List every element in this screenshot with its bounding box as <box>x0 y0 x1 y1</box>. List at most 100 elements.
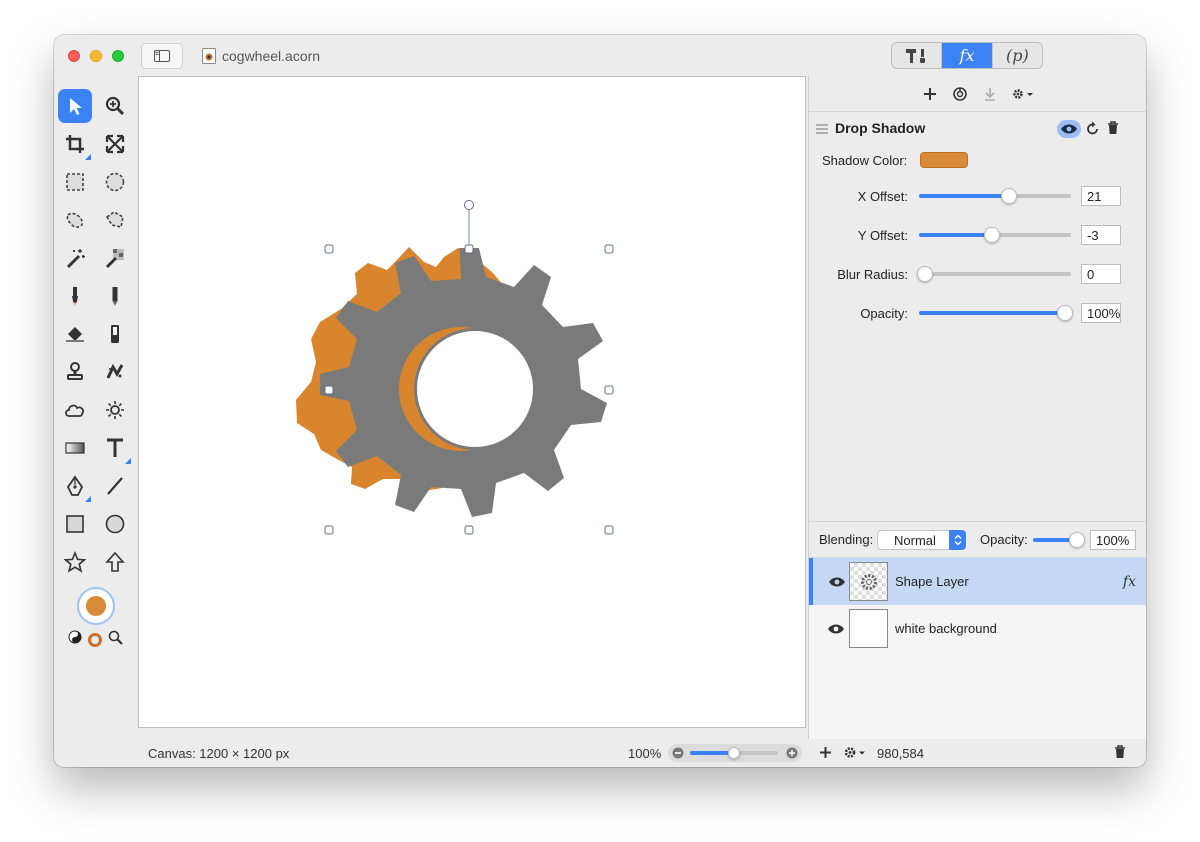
opacity-field[interactable]: 100% <box>1081 303 1121 323</box>
toggle-visibility-button[interactable] <box>1057 120 1081 138</box>
tool-select[interactable] <box>58 89 92 123</box>
layer-settings-gear-icon[interactable] <box>843 745 869 760</box>
tool-oval[interactable] <box>98 507 132 541</box>
tool-pencil[interactable] <box>98 279 132 313</box>
blur-radius-field[interactable]: 0 <box>1081 264 1121 284</box>
reset-icon[interactable] <box>1086 121 1100 136</box>
layer-thumbnail <box>849 562 888 601</box>
shadow-color-well[interactable] <box>920 152 968 168</box>
tool-clone[interactable] <box>58 355 92 389</box>
filter-presets-button[interactable] <box>949 83 971 105</box>
opacity-slider[interactable] <box>919 305 1073 321</box>
layer-opacity-field[interactable]: 100% <box>1090 530 1136 550</box>
slider-knob[interactable] <box>983 227 1000 243</box>
slider-knob[interactable] <box>1069 532 1086 548</box>
tool-transform[interactable] <box>98 127 132 161</box>
tool-text[interactable] <box>98 431 132 465</box>
zoom-window-button[interactable] <box>112 50 124 62</box>
tool-shape-cloud[interactable] <box>58 393 92 427</box>
eraser-icon <box>111 325 119 343</box>
zoom-slider[interactable] <box>690 747 778 759</box>
tool-brush[interactable] <box>58 279 92 313</box>
background-color-icon[interactable] <box>88 633 102 647</box>
gear-menu-icon <box>1012 88 1033 99</box>
chevron-updown-icon <box>949 529 966 550</box>
x-offset-field[interactable]: 21 <box>1081 186 1121 206</box>
tool-magic-wand[interactable] <box>58 241 92 275</box>
cursor-coordinates: 980,584 <box>877 745 924 761</box>
slider-knob[interactable] <box>1056 305 1073 321</box>
tool-gradient-fill[interactable] <box>98 317 132 351</box>
blur-radius-slider[interactable] <box>917 266 1071 282</box>
add-layer-icon[interactable] <box>819 746 832 759</box>
tab-fx[interactable]: fx <box>941 43 992 68</box>
canvas-size-info: Canvas: 1200 × 1200 px <box>148 745 290 761</box>
slider-knob[interactable] <box>917 266 934 282</box>
slider-knob[interactable] <box>1000 188 1017 204</box>
tool-zoom[interactable] <box>98 89 132 123</box>
foreground-color-well[interactable] <box>77 587 115 625</box>
add-filter-button[interactable] <box>919 83 941 105</box>
download-arrow-icon <box>984 87 995 101</box>
rect-marquee-icon <box>66 173 84 191</box>
minimize-window-button[interactable] <box>90 50 102 62</box>
eye-icon[interactable] <box>827 623 845 635</box>
zoom-in-icon[interactable] <box>786 747 798 759</box>
tool-ellipse-select[interactable] <box>98 165 132 199</box>
app-window: cogwheel.acorn fx (p) Drop Shadow Shadow… <box>54 35 1146 767</box>
blending-label: Blending: <box>819 532 874 547</box>
y-offset-slider[interactable] <box>919 227 1071 243</box>
eye-icon <box>1061 124 1077 134</box>
shadow-color-label: Shadow Color: <box>822 152 908 168</box>
layer-thumbnail <box>849 609 888 648</box>
rectangle-icon <box>66 515 84 533</box>
layer-opacity-slider[interactable] <box>1033 532 1086 548</box>
x-offset-slider[interactable] <box>919 188 1071 204</box>
swap-colors-icon[interactable] <box>68 630 82 644</box>
drag-handle-icon[interactable] <box>815 122 829 134</box>
tab-tools[interactable] <box>892 43 941 68</box>
polygon-lasso-icon <box>105 211 124 228</box>
gear-thumbnail-icon <box>860 573 877 590</box>
tool-crop[interactable] <box>58 127 92 161</box>
tool-lasso[interactable] <box>58 203 92 237</box>
delete-layer-trash-icon[interactable] <box>1114 745 1126 759</box>
tool-sun[interactable] <box>98 393 132 427</box>
hammer-screwdriver-icon <box>905 48 925 63</box>
close-window-button[interactable] <box>68 50 80 62</box>
slider-knob[interactable] <box>728 747 740 759</box>
layer-name: white background <box>895 621 997 636</box>
sidebar-toggle-button[interactable] <box>141 43 183 69</box>
tool-star[interactable] <box>58 545 92 579</box>
eye-icon[interactable] <box>828 576 846 588</box>
gear-hole <box>417 331 533 447</box>
blending-mode-select[interactable]: Normal <box>877 529 966 550</box>
effects-icon <box>952 86 967 101</box>
tool-line[interactable] <box>98 469 132 503</box>
apply-filter-button[interactable] <box>979 83 1001 105</box>
trash-icon[interactable] <box>1107 121 1119 135</box>
y-offset-field[interactable]: -3 <box>1081 225 1121 245</box>
tool-retouch[interactable] <box>98 355 132 389</box>
text-icon <box>107 438 123 457</box>
tool-color-select[interactable] <box>98 241 132 275</box>
filter-toolbar <box>809 76 1146 112</box>
color-picker-zoom-icon[interactable] <box>108 630 123 645</box>
layer-row-background[interactable]: white background <box>809 605 1146 652</box>
tab-p[interactable]: (p) <box>991 43 1042 68</box>
tool-rect-select[interactable] <box>58 165 92 199</box>
layer-row-shape[interactable]: Shape Layer fx <box>809 558 1146 605</box>
tool-paint-bucket[interactable] <box>58 317 92 351</box>
filter-settings-button[interactable] <box>1009 83 1037 105</box>
canvas[interactable] <box>138 76 806 728</box>
zoom-out-icon[interactable] <box>672 747 684 759</box>
oval-icon <box>105 514 125 534</box>
tool-arrow[interactable] <box>98 545 132 579</box>
tool-rectangle[interactable] <box>58 507 92 541</box>
opacity-label: Opacity: <box>860 305 908 321</box>
layer-fx-badge[interactable]: fx <box>1123 574 1136 590</box>
tool-polygon-lasso[interactable] <box>98 203 132 237</box>
tool-gradient[interactable] <box>58 431 92 465</box>
tool-pen[interactable] <box>58 469 92 503</box>
layers-list: Shape Layer fx white background <box>809 557 1146 739</box>
